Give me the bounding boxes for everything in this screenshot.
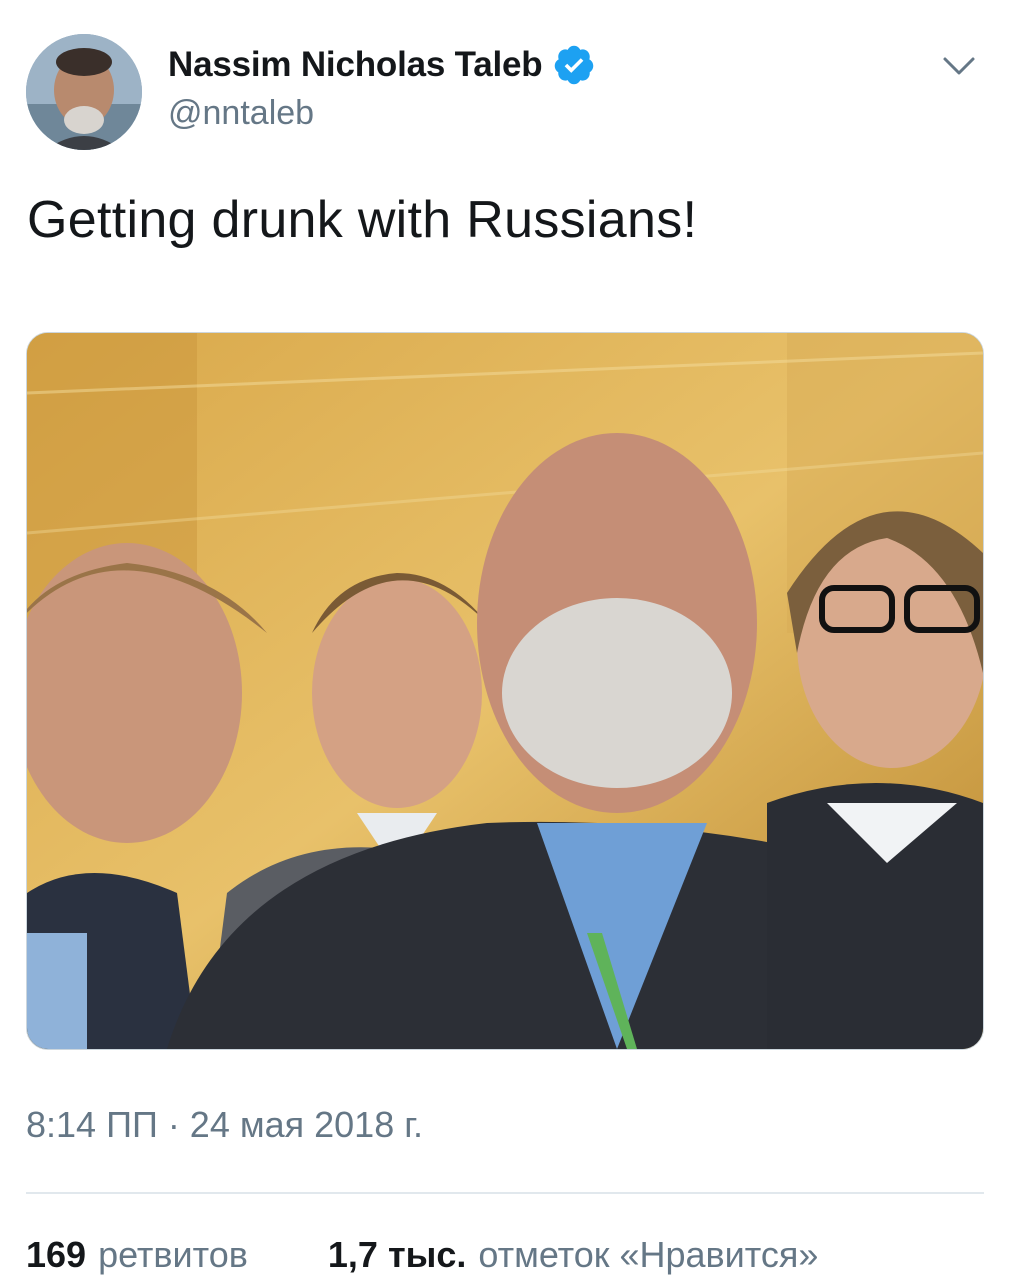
- verified-badge-icon: [552, 43, 596, 87]
- retweets-stat[interactable]: 169 ретвитов: [26, 1234, 248, 1276]
- likes-label: отметок «Нравится»: [478, 1234, 819, 1275]
- tweet-photo[interactable]: [26, 332, 984, 1050]
- retweets-label: ретвитов: [98, 1234, 248, 1275]
- tweet-text: Getting drunk with Russians!: [27, 191, 698, 249]
- tweet-timestamp[interactable]: 8:14 ПП · 24 мая 2018 г.: [26, 1104, 423, 1146]
- avatar[interactable]: [26, 34, 142, 150]
- divider: [26, 1192, 984, 1194]
- likes-count: 1,7 тыс.: [327, 1234, 467, 1275]
- tweet-card: Nassim Nicholas Taleb @nntaleb Getting d…: [0, 0, 1009, 1280]
- author-name[interactable]: Nassim Nicholas Taleb: [168, 45, 543, 85]
- chevron-down-icon[interactable]: [941, 48, 977, 84]
- retweets-count: 169: [26, 1234, 87, 1275]
- likes-stat[interactable]: 1,7 тыс. отметок «Нравится»: [328, 1234, 819, 1276]
- author-handle[interactable]: @nntaleb: [168, 94, 596, 133]
- photo-icon: [27, 333, 983, 1049]
- author-block: Nassim Nicholas Taleb @nntaleb: [168, 40, 596, 133]
- tweet-stats: 169 ретвитов 1,7 тыс. отметок «Нравится»: [26, 1234, 818, 1276]
